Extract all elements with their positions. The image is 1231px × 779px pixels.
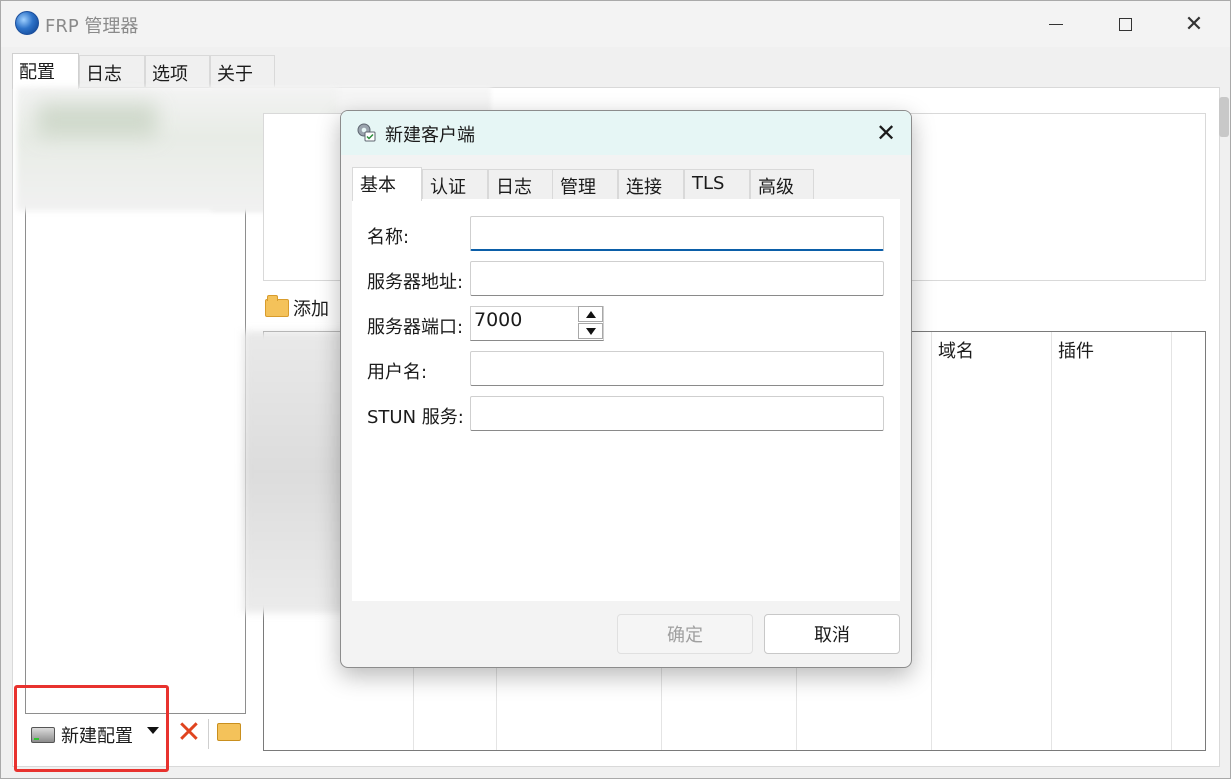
add-proxy-button[interactable]: 添加 <box>265 295 329 321</box>
tab-log[interactable]: 日志 <box>79 55 145 87</box>
maximize-icon <box>1118 17 1132 31</box>
stun-server-label: STUN 服务: <box>367 407 464 428</box>
close-button[interactable]: ✕ <box>1159 1 1229 47</box>
name-field[interactable] <box>470 216 884 251</box>
redacted-area <box>243 331 353 613</box>
server-port-label: 服务器端口: <box>367 317 464 338</box>
add-proxy-label: 添加 <box>293 299 329 320</box>
column-header-plugin[interactable]: 插件 <box>1058 337 1094 363</box>
dialog-tab-tls[interactable]: TLS <box>684 169 750 199</box>
delete-icon[interactable]: ✕ <box>175 718 203 748</box>
minimize-button[interactable] <box>1021 1 1091 47</box>
dialog-tab-basic[interactable]: 基本 <box>352 167 422 201</box>
close-icon: ✕ <box>1184 11 1204 37</box>
dialog-title: 新建客户端 <box>385 125 475 146</box>
dialog-tab-log[interactable]: 日志 <box>488 169 554 199</box>
minimize-icon <box>1049 23 1063 25</box>
arrow-up-icon <box>585 310 596 318</box>
stun-server-field[interactable] <box>470 396 884 431</box>
column-divider <box>1051 332 1052 750</box>
title-bar: FRP 管理器 ✕ <box>1 1 1230 47</box>
name-label: 名称: <box>367 227 410 248</box>
column-divider <box>931 332 932 750</box>
increment-button[interactable] <box>578 306 603 322</box>
tab-about[interactable]: 关于 <box>210 55 275 87</box>
column-divider <box>1171 332 1172 750</box>
folder-icon <box>265 295 289 317</box>
toolbar-separator <box>208 719 209 749</box>
settings-icon <box>357 123 376 142</box>
column-header-domain[interactable]: 域名 <box>938 337 974 363</box>
tab-config[interactable]: 配置 <box>12 53 79 89</box>
arrow-down-icon <box>585 327 596 335</box>
dialog-tab-advanced[interactable]: 高级 <box>750 169 814 199</box>
dialog-close-button[interactable]: ✕ <box>869 117 903 149</box>
scrollbar-thumb[interactable] <box>1219 97 1229 137</box>
dialog-title-bar: 新建客户端 ✕ <box>341 111 911 155</box>
server-port-value[interactable]: 7000 <box>474 309 522 331</box>
username-field[interactable] <box>470 351 884 386</box>
window-title: FRP 管理器 <box>45 16 139 37</box>
highlight-box <box>14 685 169 772</box>
dialog-tab-auth[interactable]: 认证 <box>422 169 488 199</box>
new-client-dialog: 新建客户端 ✕ 基本 认证 日志 管理 连接 TLS 高级 名称: 服务器地址:… <box>340 110 912 668</box>
server-address-field[interactable] <box>470 261 884 296</box>
maximize-button[interactable] <box>1090 1 1160 47</box>
tab-options[interactable]: 选项 <box>145 55 210 87</box>
ok-button[interactable]: 确定 <box>617 614 753 654</box>
server-address-label: 服务器地址: <box>367 272 464 293</box>
decrement-button[interactable] <box>578 323 603 339</box>
cancel-button[interactable]: 取消 <box>764 614 900 654</box>
globe-icon <box>15 11 39 35</box>
redacted-area <box>37 103 157 137</box>
dialog-tab-manage[interactable]: 管理 <box>552 169 618 199</box>
dialog-tab-connection[interactable]: 连接 <box>618 169 684 199</box>
username-label: 用户名: <box>367 362 428 383</box>
open-folder-icon[interactable] <box>217 723 241 741</box>
config-list[interactable] <box>25 201 246 714</box>
